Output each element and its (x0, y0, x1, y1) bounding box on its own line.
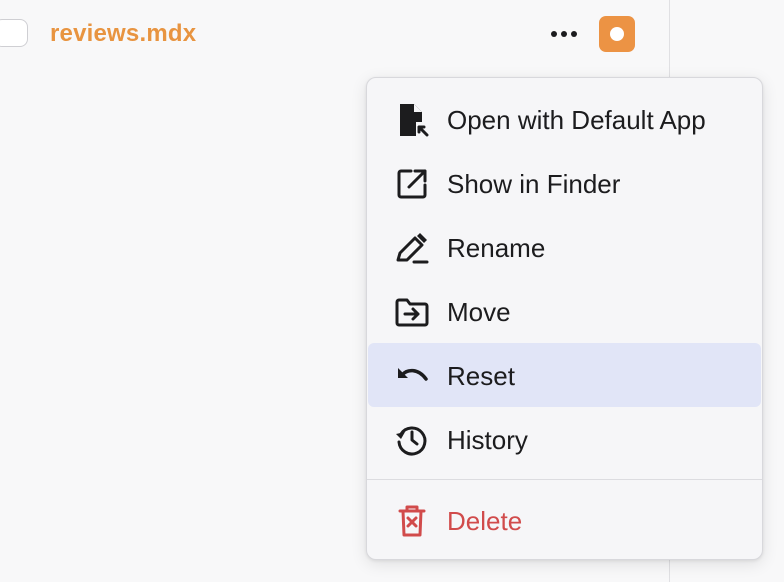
more-dot-icon (571, 31, 577, 37)
status-dot-icon (610, 27, 624, 41)
context-menu: Open with Default App Show in Finder Ren… (366, 77, 763, 560)
menu-item-open-with-default-app[interactable]: Open with Default App (367, 87, 762, 151)
menu-item-show-in-finder[interactable]: Show in Finder (367, 151, 762, 215)
pencil-edit-icon (394, 230, 430, 266)
menu-item-label: Show in Finder (447, 169, 621, 199)
menu-item-history[interactable]: History (367, 407, 762, 471)
menu-divider (367, 479, 762, 480)
status-badge[interactable] (599, 16, 635, 52)
menu-item-label: Open with Default App (447, 105, 706, 135)
menu-item-reset[interactable]: Reset (368, 343, 761, 407)
menu-item-label: History (447, 425, 528, 455)
menu-item-label: Move (447, 297, 511, 327)
menu-item-label: Delete (447, 506, 523, 536)
file-row[interactable]: reviews.mdx (0, 0, 669, 70)
row-checkbox[interactable] (0, 19, 28, 47)
menu-item-rename[interactable]: Rename (367, 215, 762, 279)
file-list-view: reviews.mdx Open with Default App Show i… (0, 0, 784, 582)
trash-icon (394, 503, 430, 539)
menu-item-move[interactable]: Move (367, 279, 762, 343)
external-link-icon (394, 166, 430, 202)
menu-item-delete[interactable]: Delete (367, 488, 762, 552)
file-name[interactable]: reviews.mdx (50, 19, 196, 49)
history-clock-icon (394, 422, 430, 458)
undo-arrow-icon (394, 358, 430, 394)
more-options-button[interactable] (544, 20, 584, 48)
menu-item-label: Rename (447, 233, 546, 263)
more-dot-icon (551, 31, 557, 37)
folder-move-icon (394, 294, 430, 330)
file-open-external-icon (394, 102, 430, 138)
menu-item-label: Reset (447, 361, 515, 391)
more-dot-icon (561, 31, 567, 37)
